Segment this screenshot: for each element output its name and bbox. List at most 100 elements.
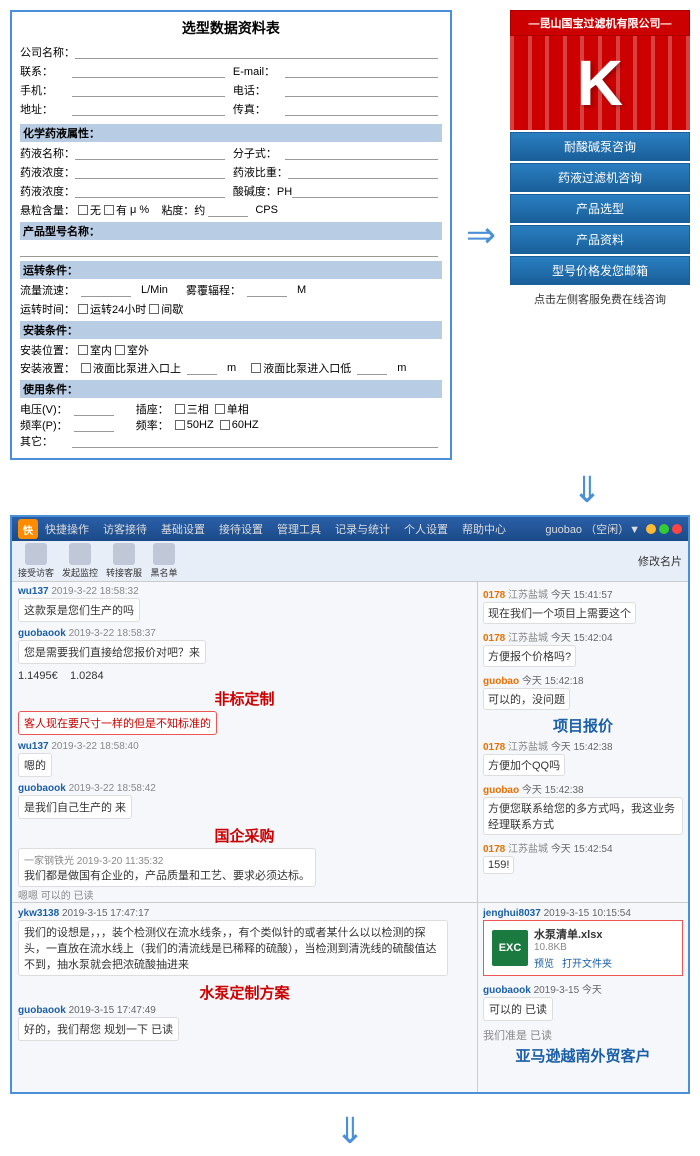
cb-three[interactable]: 三相	[175, 401, 209, 417]
cb-50hz[interactable]: 50HZ	[175, 419, 214, 431]
rmsg-user-4: 0178	[483, 742, 505, 753]
nav-item-6[interactable]: 个人设置	[401, 519, 451, 539]
bottom-time-val-1: 2019-3-15 17:47:17	[62, 908, 149, 919]
brand-name: —昆山国宝过滤机有限公司—	[529, 15, 672, 31]
nav-item-1[interactable]: 访客接待	[100, 519, 150, 539]
cb-indoor[interactable]: 室内	[78, 342, 112, 358]
chat-app-nav: 快捷操作 访客接待 基础设置 接待设置 管理工具 记录与统计 个人设置 帮助中心	[42, 519, 541, 539]
chat-messages-left: wu137 2019-3-22 18:58:32 这款泵是您们生产的吗 guob…	[12, 582, 477, 902]
rmsg-loc-2: 江苏盐城	[508, 633, 548, 644]
rmsg-3: guobao 今天 15:42:18 可以的，没问题	[483, 672, 683, 710]
ph-field[interactable]	[292, 184, 438, 198]
toolbar-btn-card[interactable]: 修改名片	[638, 553, 682, 569]
viscosity-field[interactable]	[208, 203, 248, 217]
bottom-bubble-resp: 好的，我们帮您 规划一下 已读	[18, 1017, 179, 1041]
flow-field[interactable]	[81, 283, 131, 297]
purity-ph-row: 药液浓度： 酸碱度：PH	[20, 183, 442, 202]
conc-field[interactable]	[75, 165, 225, 179]
cb-outdoor[interactable]: 室外	[115, 342, 149, 358]
msg-bubble-3: 嗯的	[18, 753, 52, 777]
brand-header: —昆山国宝过滤机有限公司—	[510, 10, 690, 36]
toolbar-btn-blacklist[interactable]: 黑名单	[150, 543, 178, 579]
bottom-right-resp-meta: guobaook 2019-3-15 今天	[483, 981, 683, 996]
model-field[interactable]	[20, 243, 438, 257]
cb-intermittent[interactable]: 间歇	[149, 301, 183, 317]
maximize-button[interactable]	[659, 524, 669, 534]
cb-ab	[81, 363, 91, 373]
chat-section: 快 快捷操作 访客接待 基础设置 接待设置 管理工具 记录与统计 个人设置 帮助…	[10, 515, 690, 1094]
below-unit: m	[397, 362, 406, 374]
conc-row: 药液浓度：	[20, 164, 229, 180]
rmsg-bubble-6: 159!	[483, 856, 514, 874]
brand-menu-item-2[interactable]: 产品选型	[510, 194, 690, 223]
guoqi-text: 我们都是做国有企业的，产品质量和工艺、要求必须达标。	[24, 867, 310, 883]
cb-60hz[interactable]: 60HZ	[220, 419, 259, 431]
cb-above[interactable]: 液面比泵进入口上	[81, 360, 181, 376]
freq-field[interactable]	[74, 418, 114, 432]
fax-field[interactable]	[285, 102, 438, 116]
rmsg-time-4: 今天 15:42:38	[551, 742, 613, 753]
contact-field[interactable]	[72, 64, 225, 78]
above-field[interactable]	[187, 361, 217, 375]
address-field[interactable]	[72, 102, 225, 116]
viscosity-label: 粘度：约	[161, 202, 205, 218]
brand-menu-item-3[interactable]: 产品资料	[510, 225, 690, 254]
nav-item-4[interactable]: 管理工具	[274, 519, 324, 539]
drug-name-field[interactable]	[75, 146, 225, 160]
msg-user-4: guobaook	[18, 783, 66, 794]
rmsg-user-2: 0178	[483, 633, 505, 644]
chat-bottom-right: jenghui8037 2019-3-15 10:15:54 EXC 水泵清单.…	[478, 903, 688, 1092]
voltage-field[interactable]	[74, 402, 114, 416]
email-label: E-mail：	[233, 63, 285, 79]
rmsg-time-6: 今天 15:42:54	[551, 844, 613, 855]
bottom-right-resp: guobaook 2019-3-15 今天 可以的 已读	[483, 981, 683, 1021]
other-field[interactable]	[72, 434, 438, 448]
range-label: 雾覆辐程：	[186, 282, 241, 298]
fax-label: 传真：	[233, 101, 285, 117]
nav-item-3[interactable]: 接待设置	[216, 519, 266, 539]
particle-none[interactable]: 无	[78, 202, 101, 218]
above-label: 液面比泵进入口上	[93, 360, 181, 376]
brand-menu-item-0[interactable]: 耐酸碱泵咨询	[510, 132, 690, 161]
range-field[interactable]	[247, 283, 287, 297]
toolbar-btn-monitor[interactable]: 发起监控	[62, 543, 98, 579]
toolbar-btn-transfer[interactable]: 转接客服	[106, 543, 142, 579]
brand-menu-item-1[interactable]: 药液过滤机咨询	[510, 163, 690, 192]
nav-item-2[interactable]: 基础设置	[158, 519, 208, 539]
mol-field[interactable]	[285, 146, 438, 160]
below-field[interactable]	[357, 361, 387, 375]
rmsg-bubble-1: 现在我们一个项目上需要这个	[483, 602, 636, 624]
bottom-bubble-1: 我们的设想是，，，装个检测仪在流水线条，，有个类似针的或者某什么以以检测的探头，…	[18, 920, 448, 976]
voltage-label: 电压(V)：	[20, 401, 68, 417]
nav-item-5[interactable]: 记录与统计	[332, 519, 393, 539]
purity-field[interactable]	[75, 184, 225, 198]
highlight-bubble: 客人现在要尺寸一样的但是不知标准的	[18, 711, 217, 735]
cb-single[interactable]: 单相	[215, 401, 249, 417]
sg-field[interactable]	[288, 165, 438, 179]
email-field[interactable]	[285, 64, 438, 78]
cb-continuous[interactable]: 运转24小时	[78, 301, 146, 317]
tel-field[interactable]	[285, 83, 438, 97]
pipe-label: 安装液置：	[20, 360, 75, 376]
minimize-button[interactable]	[646, 524, 656, 534]
particle-have[interactable]: 有	[104, 202, 127, 218]
bottom-arrow-area: ⇓	[0, 1104, 700, 1156]
file-preview-btn[interactable]: 预览	[534, 955, 554, 970]
cb-below[interactable]: 液面比泵进入口低	[251, 360, 351, 376]
particle-row: 悬粒含量： 无 有 μ % 粘度：约 CPS	[20, 202, 442, 218]
sg-row: 药液比重：	[233, 164, 442, 180]
close-button[interactable]	[672, 524, 682, 534]
mol-label: 分子式：	[233, 145, 285, 161]
rmsg-meta-4: 0178 江苏盐城 今天 15:42:38	[483, 738, 683, 753]
file-open-btn[interactable]: 打开文件夹	[562, 955, 612, 970]
toolbar-btn-accept[interactable]: 接受访客	[18, 543, 54, 579]
nav-item-7[interactable]: 帮助中心	[459, 519, 509, 539]
rmsg-meta-5: guobao 今天 15:42:38	[483, 781, 683, 796]
phone-field[interactable]	[72, 83, 225, 97]
mol-row: 分子式：	[233, 145, 442, 161]
brand-menu-item-4[interactable]: 型号价格发您邮箱	[510, 256, 690, 285]
company-field[interactable]	[75, 45, 438, 59]
guoqi-status: 嗯嗯 可以的 已读	[18, 887, 471, 902]
rmsg-user-6: 0178	[483, 844, 505, 855]
nav-item-0[interactable]: 快捷操作	[42, 519, 92, 539]
